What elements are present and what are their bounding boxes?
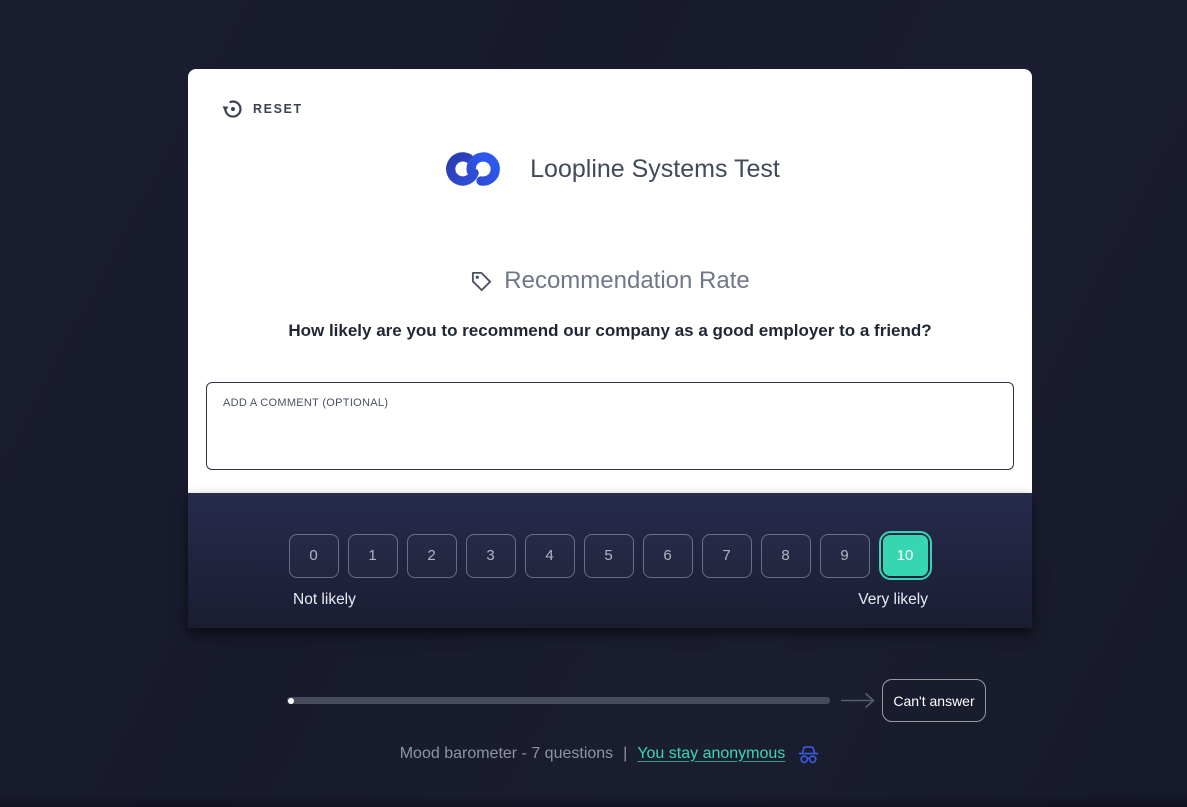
brand-title: Loopline Systems Test [530,154,780,183]
question-text: How likely are you to recommend our comp… [288,321,932,340]
reset-icon [222,98,244,120]
tag-icon [470,270,493,293]
rating-button-8[interactable]: 8 [760,533,811,578]
rating-scale: 0 1 2 3 4 5 6 7 8 9 10 [188,531,1032,580]
progress-bar [287,697,830,704]
comment-input[interactable] [206,382,1014,470]
min-label: Not likely [293,591,356,608]
rating-button-0[interactable]: 0 [288,533,339,578]
brand-header: Loopline Systems Test [188,143,1032,195]
reset-button[interactable]: RESET [222,98,303,120]
rating-button-6[interactable]: 6 [642,533,693,578]
rating-button-2[interactable]: 2 [406,533,457,578]
rating-button-5[interactable]: 5 [583,533,634,578]
survey-card: RESET Loopline Systems Test Recommendati… [188,69,1032,493]
rating-scale-labels: Not likely Very likely [188,591,1032,609]
rating-button-10[interactable]: 10 [882,535,928,576]
rating-button-7[interactable]: 7 [701,533,752,578]
survey-info-text: Mood barometer - 7 questions [399,744,614,762]
question-category-title: Recommendation Rate [504,267,750,294]
rating-button-9[interactable]: 9 [819,533,870,578]
rating-button-1[interactable]: 1 [347,533,398,578]
progress-dot [288,697,294,704]
rating-button-4[interactable]: 4 [524,533,575,578]
question-category-row: Recommendation Rate [188,267,1032,295]
footer-separator: | [623,744,628,762]
loopline-logo-icon [440,143,506,195]
rating-selected-ring: 10 [878,531,932,580]
rating-button-3[interactable]: 3 [465,533,516,578]
reset-label: RESET [253,102,303,116]
bottom-shade [0,795,1187,807]
max-label: Very likely [858,591,928,608]
anonymous-link[interactable]: You stay anonymous [637,745,785,763]
rating-panel: 0 1 2 3 4 5 6 7 8 9 10 Not likely Very likely [188,493,1032,628]
page-footer: Mood barometer - 7 questions | You stay … [188,742,1032,765]
cant-answer-button[interactable]: Can't answer [882,679,986,722]
next-arrow-icon[interactable] [840,691,876,710]
incognito-icon [797,745,820,765]
